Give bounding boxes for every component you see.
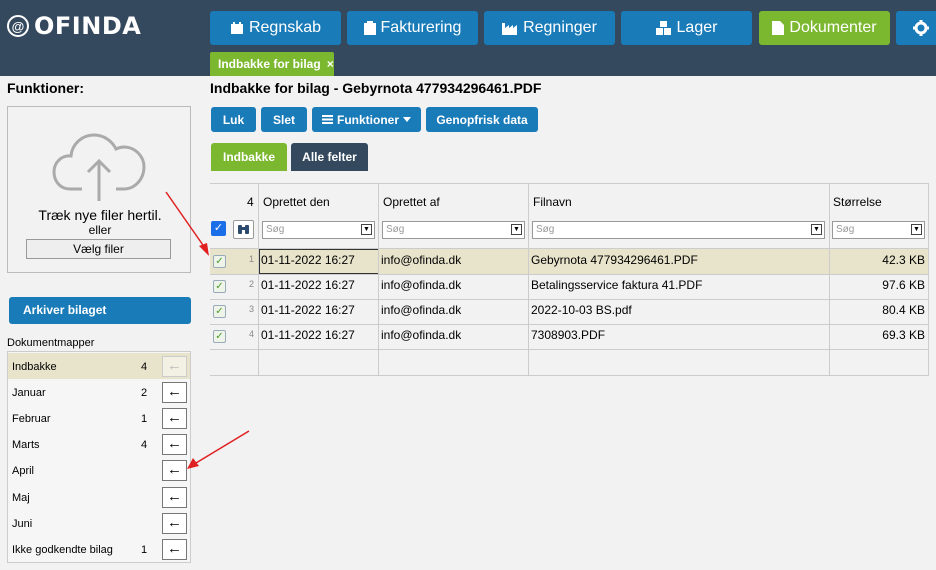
annotation-arrows	[165, 191, 250, 469]
annotation-arrow	[187, 430, 250, 469]
annotation-arrow	[165, 191, 209, 256]
